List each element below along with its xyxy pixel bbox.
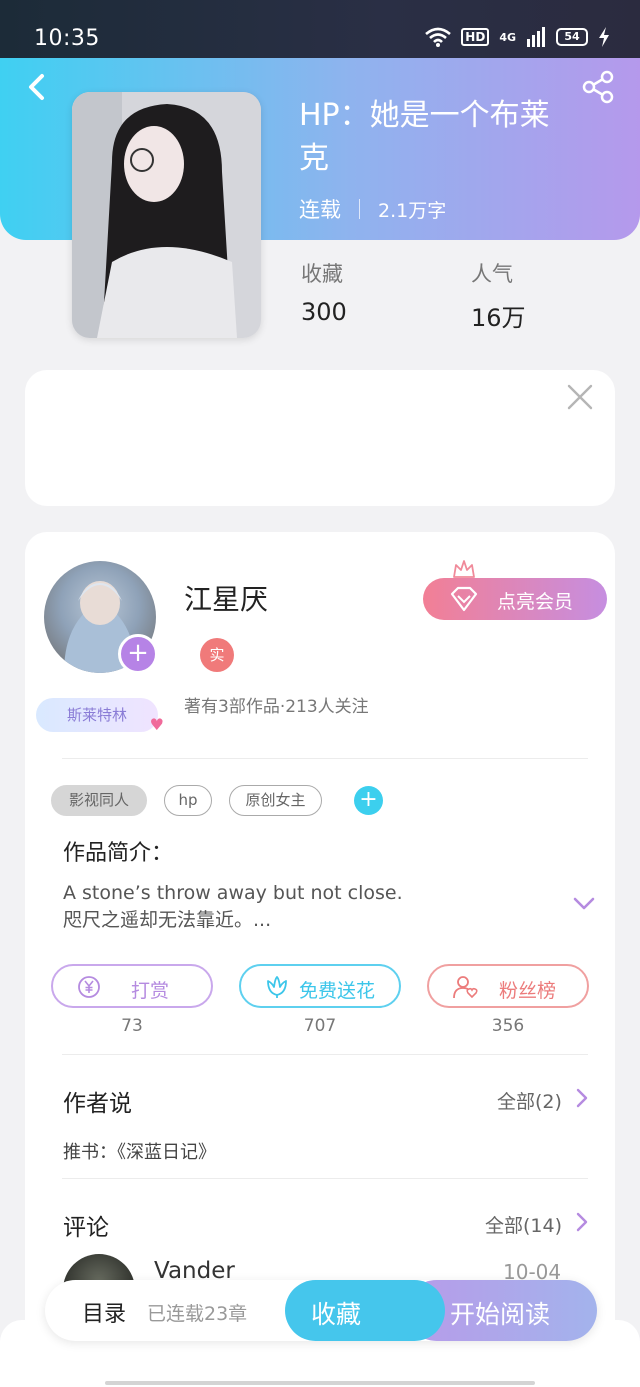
yen-coin-icon [78,976,100,998]
verified-badge: 实 [200,638,234,672]
add-tag-button[interactable]: + [354,786,383,815]
back-icon[interactable] [22,72,52,102]
chevron-right-icon[interactable] [576,1088,588,1108]
signal-icon [527,27,545,47]
author-says-more-link[interactable]: 全部(2) [497,1087,562,1114]
user-heart-icon [453,976,478,999]
vip-membership-button[interactable]: 点亮会员 [423,578,607,620]
fan-ranking-button[interactable]: 粉丝榜 [427,964,589,1008]
network-type: 4G [499,30,516,44]
crown-icon [453,560,475,578]
tag-hp[interactable]: hp [164,785,212,816]
status-bar: 10:35 HD 4G 54 [0,0,640,58]
add-to-favorites-label: 收藏 [311,1300,362,1329]
comments-more-link[interactable]: 全部(14) [485,1211,562,1238]
intro-line-1: A stone’s throw away but not close. [63,882,403,904]
fan-count: 356 [491,1016,525,1036]
popularity-value: 16万 [471,304,526,332]
vip-button-label: 点亮会员 [497,591,574,613]
send-flower-label: 免费送花 [299,980,376,1002]
meta-divider [359,199,360,219]
fan-badge: 斯莱特林 ♥ [36,698,164,734]
book-cover-image[interactable] [72,92,261,338]
author-says-content[interactable]: 推书：《深蓝日记》 [63,1138,216,1164]
intro-text[interactable]: A stone’s throw away but not close. 咫尺之遥… [63,880,543,934]
book-word-count: 2.1万字 [378,199,447,222]
divider [62,758,588,759]
intro-title: 作品简介： [63,841,174,866]
flower-count: 707 [303,1016,337,1036]
close-icon[interactable] [566,383,594,411]
comments-title: 评论 [63,1215,109,1241]
follow-author-button[interactable]: + [118,634,158,674]
author-works-summary: 著有3部作品·213人关注 [184,697,369,717]
author-name[interactable]: 江星厌 [184,578,268,618]
book-title: HP：她是一个布莱克 [299,98,550,176]
wifi-icon [425,27,452,47]
book-status: 连载 [299,198,341,222]
fan-badge-label: 斯莱特林 [66,706,127,724]
start-reading-label: 开始阅读 [450,1300,551,1329]
flower-icon [267,976,287,998]
author-says-title: 作者说 [63,1091,132,1117]
charging-icon [599,27,609,47]
table-of-contents-button[interactable]: 目录 [82,1296,126,1328]
intro-line-2: 咫尺之遥却无法靠近。... [63,909,272,931]
add-to-favorites-button[interactable]: 收藏 [285,1280,445,1341]
divider [62,1178,588,1179]
chapter-count: 已连载23章 [147,1303,248,1325]
chevron-down-icon[interactable] [572,896,596,912]
home-indicator [105,1381,535,1385]
tag-film-fanfic[interactable]: 影视同人 [51,785,147,816]
battery-icon: 54 [556,28,588,46]
favorites-value: 300 [301,298,347,326]
tip-button[interactable]: 打赏 [51,964,213,1008]
send-flower-button[interactable]: 免费送花 [239,964,401,1008]
tag-original-heroine[interactable]: 原创女主 [229,785,322,816]
fan-ranking-label: 粉丝榜 [499,980,557,1002]
tip-label: 打赏 [131,980,170,1002]
share-icon[interactable] [580,70,616,104]
ad-banner[interactable] [25,370,615,506]
chevron-right-icon[interactable] [576,1212,588,1232]
status-time: 10:35 [34,26,100,51]
divider [62,1054,588,1055]
diamond-icon [450,586,478,612]
favorites-label: 收藏 [301,262,343,286]
popularity-label: 人气 [471,262,513,286]
tip-count: 73 [121,1016,143,1036]
status-icons: HD 4G 54 [425,26,610,48]
hd-icon: HD [461,28,490,46]
book-meta: 连载 2.1万字 [299,194,446,224]
cover-illustration [72,92,261,338]
heart-icon: ♥ [149,715,164,734]
